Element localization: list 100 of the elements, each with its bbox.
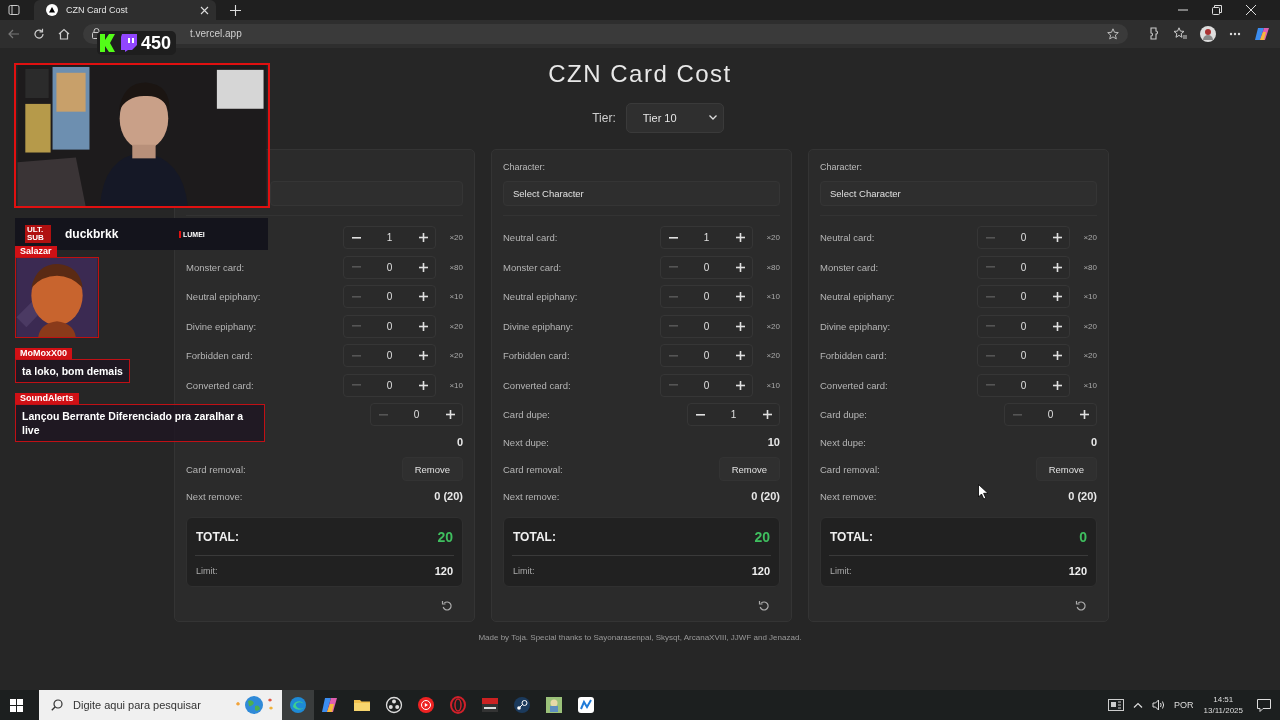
- mixer-icon[interactable]: [481, 696, 499, 714]
- search-field[interactable]: Digite aqui para pesquisar: [71, 698, 224, 712]
- minus-icon: [985, 325, 995, 328]
- chat-username: SoundAlerts: [15, 393, 79, 404]
- windows-start-icon[interactable]: [10, 698, 23, 712]
- minus-icon: [351, 384, 361, 387]
- multiplier-text: ×10: [448, 292, 463, 302]
- minus-icon: [351, 325, 361, 328]
- profile-avatar-icon[interactable]: [1200, 25, 1216, 42]
- speaker-icon[interactable]: [1152, 699, 1166, 711]
- minus-icon: [351, 266, 361, 269]
- total-value: 0: [1079, 528, 1087, 545]
- sub-badge: ULT. SUB: [25, 225, 51, 243]
- next-dupe-value: 0: [456, 436, 463, 449]
- restore-icon[interactable]: [1212, 5, 1222, 15]
- minus-icon: [985, 236, 995, 239]
- back-icon[interactable]: [8, 27, 20, 40]
- puzzle-icon[interactable]: [1147, 27, 1160, 41]
- limit-label: Limit:: [196, 566, 218, 577]
- home-icon[interactable]: [58, 27, 70, 40]
- field-label: Neutral epiphany:: [186, 291, 261, 303]
- character-dropdown[interactable]: Select Character: [503, 180, 780, 206]
- chat-message: ta loko, bom demais: [15, 359, 130, 383]
- plus-icon: [418, 380, 428, 390]
- plus-icon: [418, 292, 428, 302]
- plus-icon: [735, 380, 745, 390]
- minus-icon: [378, 413, 388, 416]
- chevron-up-icon[interactable]: [1133, 702, 1144, 708]
- total-label: TOTAL:: [196, 529, 239, 544]
- field-label: Card removal:: [503, 463, 563, 475]
- subscriber-name: duckbrkk: [65, 227, 120, 241]
- ring-icon[interactable]: [449, 696, 467, 714]
- field-label: Card dupe:: [503, 409, 550, 421]
- multiplier-text: ×80: [1082, 262, 1097, 272]
- counter-value: 0: [386, 379, 393, 391]
- close-icon[interactable]: [1246, 5, 1256, 15]
- field-label: Next dupe:: [820, 436, 866, 448]
- reset-icon[interactable]: [758, 600, 770, 613]
- counter-value: 0: [1047, 409, 1054, 421]
- tab-actions-icon[interactable]: [8, 4, 20, 16]
- tier-dropdown[interactable]: Tier 10: [625, 102, 724, 133]
- play-icon[interactable]: [417, 696, 435, 714]
- reset-icon[interactable]: [441, 600, 453, 613]
- copilot-icon[interactable]: [321, 696, 339, 714]
- star-icon[interactable]: [1107, 27, 1119, 40]
- reset-icon[interactable]: [1075, 600, 1087, 613]
- character-dropdown[interactable]: Select Character: [820, 180, 1097, 206]
- remove-button[interactable]: Remove: [401, 457, 463, 482]
- edge-icon[interactable]: [289, 696, 307, 714]
- new-tab-icon[interactable]: [230, 4, 241, 16]
- chart-app-icon[interactable]: [577, 696, 595, 714]
- field-label: Forbidden card:: [820, 350, 887, 362]
- plus-icon: [1052, 351, 1062, 361]
- copilot-icon[interactable]: [1254, 25, 1270, 42]
- field-label: Forbidden card:: [186, 350, 253, 362]
- notifications-icon[interactable]: [1257, 698, 1271, 712]
- character-label: Character:: [503, 161, 547, 173]
- counter-value: 0: [703, 320, 710, 332]
- plus-icon: [735, 321, 745, 331]
- remove-button[interactable]: Remove: [1035, 457, 1097, 482]
- counter-value: 0: [703, 261, 710, 273]
- minus-icon: [668, 354, 678, 357]
- clock-time[interactable]: 14:51: [1213, 694, 1234, 705]
- next-dupe-value: 10: [767, 436, 780, 449]
- minus-icon: [985, 266, 995, 269]
- minus-icon: [985, 354, 995, 357]
- minus-icon: [351, 354, 361, 357]
- counter-value: 0: [703, 350, 710, 362]
- favorites-icon[interactable]: [1173, 27, 1187, 41]
- language-indicator[interactable]: POR: [1174, 700, 1194, 710]
- next-dupe-value: 0: [1090, 436, 1097, 449]
- minus-icon: [668, 295, 678, 298]
- plus-icon: [418, 321, 428, 331]
- news-icon[interactable]: [1108, 699, 1125, 711]
- record-icon[interactable]: [385, 696, 403, 714]
- minus-icon: [668, 325, 678, 328]
- multiplier-text: ×20: [448, 321, 463, 331]
- game-icon[interactable]: [545, 696, 563, 714]
- multiplier-text: ×10: [1082, 292, 1097, 302]
- close-icon[interactable]: [200, 5, 209, 15]
- counter-value: 1: [386, 232, 393, 244]
- clock-date[interactable]: 13/11/2025: [1203, 705, 1243, 716]
- limit-value: 120: [434, 565, 453, 578]
- field-label: Divine epiphany:: [820, 320, 891, 332]
- twitch-logo-icon: [120, 34, 137, 52]
- steam-icon[interactable]: [513, 696, 531, 714]
- taskbar-search-bar[interactable]: Digite aqui para pesquisar: [39, 690, 282, 720]
- chat-username: Salazar: [15, 246, 57, 257]
- plus-icon: [735, 233, 745, 243]
- counter-value: 0: [1020, 261, 1027, 273]
- browser-tab[interactable]: CZN Card Cost: [34, 0, 216, 20]
- multiplier-text: ×10: [765, 292, 780, 302]
- multiplier-text: ×10: [448, 380, 463, 390]
- refresh-icon[interactable]: [33, 27, 45, 40]
- more-icon[interactable]: [1229, 31, 1241, 36]
- remove-button[interactable]: Remove: [718, 457, 780, 482]
- field-label: Neutral epiphany:: [503, 291, 578, 303]
- field-label: Next remove:: [186, 490, 243, 502]
- multiplier-text: ×20: [765, 321, 780, 331]
- field-label: Next remove:: [503, 490, 560, 502]
